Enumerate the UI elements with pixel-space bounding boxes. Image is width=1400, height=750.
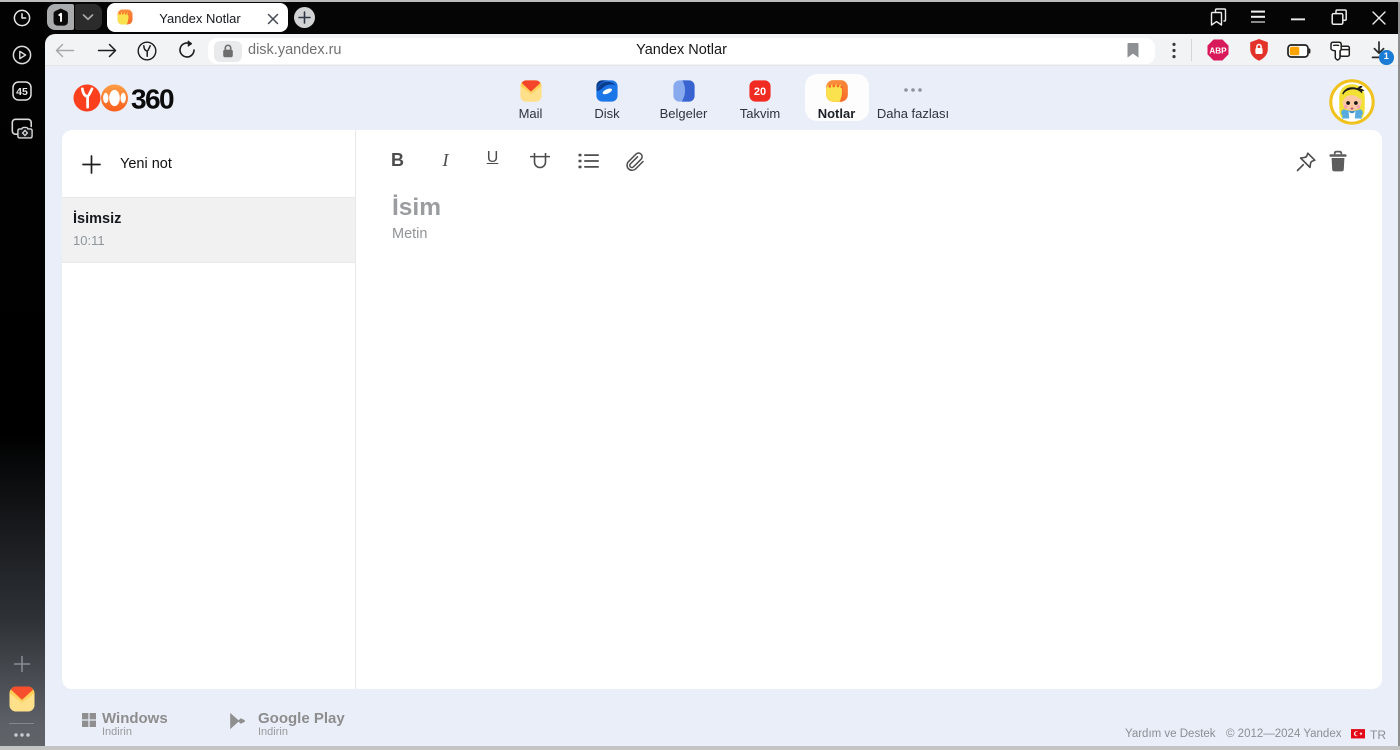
svg-text:45: 45 — [16, 86, 28, 98]
svg-text:ABP: ABP — [1209, 47, 1227, 56]
svg-text:360: 360 — [131, 84, 174, 112]
svg-text:20: 20 — [754, 86, 766, 98]
